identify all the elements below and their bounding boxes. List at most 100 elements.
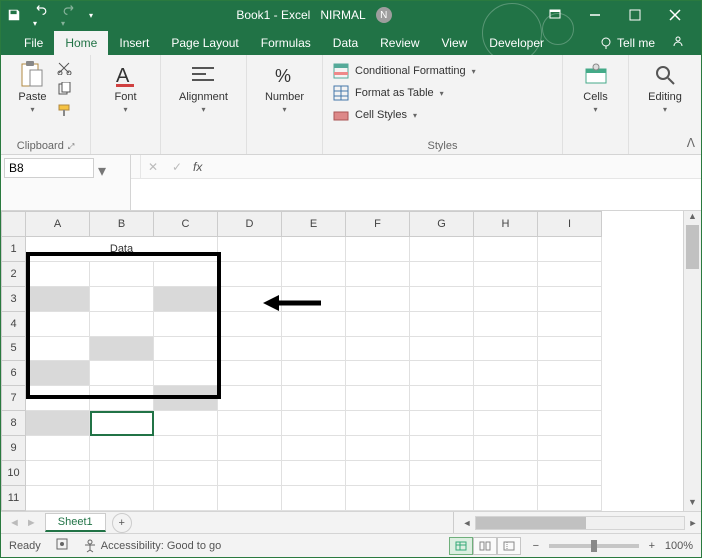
cell[interactable] <box>282 236 346 261</box>
cell[interactable] <box>538 436 602 461</box>
cell[interactable] <box>346 286 410 311</box>
cell[interactable] <box>346 336 410 361</box>
tab-formulas[interactable]: Formulas <box>250 31 322 55</box>
sheet-nav-next-icon[interactable]: ► <box>26 517 37 529</box>
macro-record-icon[interactable] <box>55 537 69 554</box>
cell[interactable] <box>154 336 218 361</box>
scrollbar-thumb[interactable] <box>476 517 586 529</box>
font-group-button[interactable]: A Font ▾ <box>112 61 140 114</box>
zoom-level[interactable]: 100% <box>665 540 693 552</box>
cell[interactable] <box>538 386 602 411</box>
cell[interactable] <box>346 411 410 436</box>
row-header-9[interactable]: 9 <box>2 436 26 461</box>
cell[interactable] <box>410 461 474 486</box>
cell-A8[interactable] <box>26 411 90 436</box>
cell[interactable] <box>154 261 218 286</box>
cell[interactable] <box>282 386 346 411</box>
cell[interactable] <box>282 261 346 286</box>
cell[interactable] <box>538 286 602 311</box>
cell[interactable] <box>346 386 410 411</box>
cell[interactable] <box>474 236 538 261</box>
cell[interactable] <box>474 461 538 486</box>
enter-formula-icon[interactable]: ✓ <box>165 160 189 174</box>
cell[interactable] <box>474 386 538 411</box>
tab-home[interactable]: Home <box>54 31 108 55</box>
cell[interactable] <box>474 411 538 436</box>
tab-view[interactable]: View <box>431 31 479 55</box>
cell[interactable] <box>474 286 538 311</box>
tab-insert[interactable]: Insert <box>108 31 160 55</box>
cell[interactable] <box>538 485 602 510</box>
cell[interactable] <box>90 261 154 286</box>
close-icon[interactable] <box>655 1 695 29</box>
row-header-11[interactable]: 11 <box>2 485 26 510</box>
copy-icon[interactable] <box>57 82 73 99</box>
scroll-up-icon[interactable]: ▲ <box>684 211 701 225</box>
cell-C7[interactable] <box>154 386 218 411</box>
cell[interactable] <box>538 311 602 336</box>
zoom-out-button[interactable]: − <box>529 540 543 552</box>
cell[interactable] <box>538 261 602 286</box>
cell[interactable] <box>218 411 282 436</box>
cell[interactable] <box>538 236 602 261</box>
cell[interactable] <box>26 336 90 361</box>
cell[interactable] <box>154 361 218 386</box>
sheet-nav-prev-icon[interactable]: ◄ <box>9 517 20 529</box>
maximize-icon[interactable] <box>615 1 655 29</box>
cell[interactable] <box>154 411 218 436</box>
view-page-layout-icon[interactable] <box>473 537 497 555</box>
name-box-dropdown-icon[interactable]: ▾ <box>94 158 110 184</box>
cell[interactable] <box>154 485 218 510</box>
cell[interactable] <box>26 311 90 336</box>
scrollbar-thumb[interactable] <box>686 225 699 269</box>
cell[interactable] <box>282 485 346 510</box>
tell-me-search[interactable]: Tell me <box>591 31 663 55</box>
redo-icon[interactable]: ▾ <box>61 1 77 29</box>
col-header-B[interactable]: B <box>90 212 154 237</box>
cell[interactable] <box>346 461 410 486</box>
cell[interactable] <box>474 436 538 461</box>
cell[interactable] <box>218 236 282 261</box>
cell[interactable] <box>26 261 90 286</box>
cell[interactable] <box>474 261 538 286</box>
cell[interactable] <box>154 436 218 461</box>
row-header-4[interactable]: 4 <box>2 311 26 336</box>
tab-data[interactable]: Data <box>322 31 369 55</box>
cell[interactable] <box>90 286 154 311</box>
cell[interactable] <box>218 386 282 411</box>
cell[interactable] <box>410 286 474 311</box>
cell[interactable] <box>474 361 538 386</box>
tab-page-layout[interactable]: Page Layout <box>160 31 249 55</box>
cell[interactable] <box>218 485 282 510</box>
number-group-button[interactable]: % Number ▾ <box>265 61 304 114</box>
col-header-D[interactable]: D <box>218 212 282 237</box>
row-header-2[interactable]: 2 <box>2 261 26 286</box>
row-header-5[interactable]: 5 <box>2 336 26 361</box>
view-normal-icon[interactable] <box>449 537 473 555</box>
cell[interactable] <box>346 436 410 461</box>
name-box-input[interactable] <box>4 158 94 178</box>
cell[interactable] <box>410 386 474 411</box>
accessibility-status[interactable]: Accessibility: Good to go <box>83 539 221 553</box>
save-icon[interactable] <box>7 8 21 22</box>
row-header-7[interactable]: 7 <box>2 386 26 411</box>
scroll-right-icon[interactable]: ► <box>685 518 701 528</box>
cell[interactable] <box>538 336 602 361</box>
cell[interactable] <box>218 261 282 286</box>
cell[interactable] <box>346 311 410 336</box>
cell[interactable] <box>346 236 410 261</box>
cell-B5[interactable] <box>90 336 154 361</box>
cell[interactable] <box>218 336 282 361</box>
view-page-break-icon[interactable] <box>497 537 521 555</box>
vertical-scrollbar[interactable]: ▲ ▼ <box>683 211 701 511</box>
cells-group-button[interactable]: Cells ▾ <box>582 61 610 114</box>
cell[interactable] <box>538 411 602 436</box>
tab-review[interactable]: Review <box>369 31 430 55</box>
cell[interactable] <box>90 485 154 510</box>
dialog-launcher-icon[interactable]: ⤢ <box>68 142 74 151</box>
cell[interactable] <box>410 411 474 436</box>
collapse-ribbon-icon[interactable]: ᐱ <box>687 136 695 150</box>
zoom-in-button[interactable]: + <box>645 540 659 552</box>
cell-A3[interactable] <box>26 286 90 311</box>
cell[interactable] <box>90 311 154 336</box>
